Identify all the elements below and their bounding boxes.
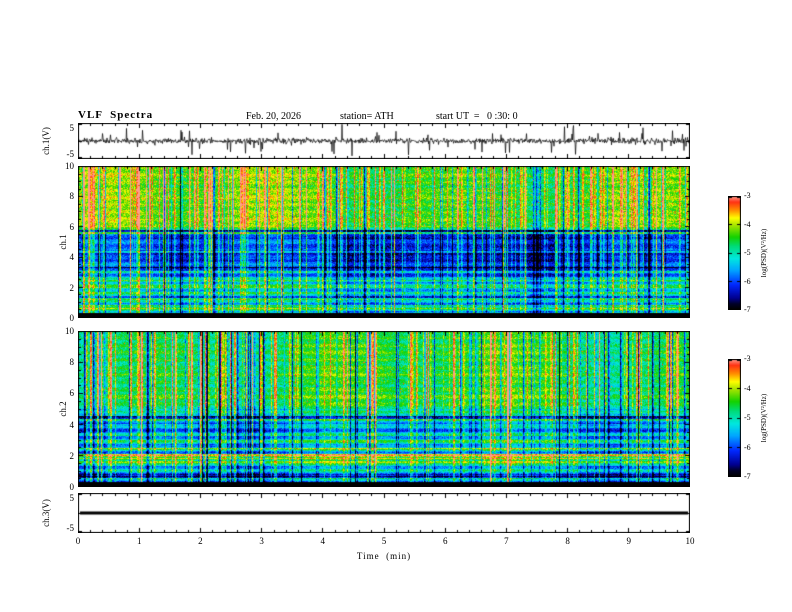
station-label: station= ATH bbox=[340, 111, 394, 122]
ch1-spectrogram-canvas bbox=[78, 166, 690, 318]
ch2-spectrogram-canvas bbox=[78, 331, 690, 487]
y-tick-label: 10 bbox=[65, 326, 74, 336]
ch2-colorbar-canvas bbox=[728, 359, 741, 477]
ch3-voltage-axis-label: ch.3(V) bbox=[41, 499, 51, 527]
x-tick-label: 3 bbox=[259, 536, 264, 546]
colorbar-tick-label: -4 bbox=[744, 219, 751, 229]
ch1-colorbar bbox=[728, 196, 741, 315]
colorbar-tick-label: -6 bbox=[744, 442, 751, 452]
x-tick-label: 0 bbox=[75, 536, 81, 546]
vlf-spectra-plot: VLF Spectra Feb. 20, 2026 station= ATH s… bbox=[0, 0, 792, 612]
x-tick-label: 5 bbox=[381, 536, 387, 546]
ch3-waveform-panel bbox=[78, 493, 690, 533]
y-tick-label: 6 bbox=[69, 221, 75, 232]
plot-title: VLF Spectra bbox=[78, 109, 154, 121]
y-tick-label: -5 bbox=[66, 149, 75, 159]
colorbar-tick-label: -7 bbox=[744, 472, 751, 481]
ch2-colorbar bbox=[728, 359, 741, 482]
ch1-colorbar-canvas bbox=[728, 196, 741, 310]
x-tick-label: 8 bbox=[565, 536, 570, 546]
y-tick-label: 5 bbox=[69, 493, 75, 503]
y-tick-label: 10 bbox=[65, 161, 74, 171]
plot-date: Feb. 20, 2026 bbox=[246, 111, 301, 122]
y-tick-label: 5 bbox=[69, 123, 75, 133]
ch1-waveform-canvas bbox=[78, 123, 690, 159]
y-tick-label: 0 bbox=[69, 482, 75, 492]
colorbar-tick-label: -3 bbox=[744, 191, 751, 200]
y-tick-label: 4 bbox=[69, 252, 75, 263]
colorbar-tick-label: -7 bbox=[744, 305, 751, 314]
colorbar-tick-label: -4 bbox=[744, 383, 751, 393]
ch1-frequency-axis-label: ch.1 Frequency (kHz) bbox=[36, 157, 101, 327]
ch1-spectrogram-panel bbox=[78, 166, 690, 318]
x-tick-label: 9 bbox=[626, 536, 632, 546]
x-tick-label: 10 bbox=[685, 536, 695, 546]
colorbar-tick-label: -5 bbox=[744, 248, 751, 257]
ch2-frequency-axis-label: ch.2 Frequency (kHz) bbox=[36, 324, 101, 494]
x-tick-label: 7 bbox=[504, 536, 509, 546]
y-tick-label: 6 bbox=[69, 388, 75, 399]
ch2-axis-channel-label: ch.2 bbox=[58, 401, 68, 417]
start-ut-label: start UT = 0 :30: 0 bbox=[436, 111, 518, 122]
y-tick-label: 4 bbox=[69, 419, 75, 430]
x-axis-title: Time (min) bbox=[356, 551, 412, 561]
x-tick-label: 2 bbox=[198, 536, 203, 546]
colorbar-tick-label: -6 bbox=[744, 276, 751, 286]
x-tick-label: 4 bbox=[320, 536, 326, 546]
y-tick-label: 8 bbox=[69, 191, 75, 202]
ch1-axis-channel-label: ch.1 bbox=[58, 234, 68, 250]
ch3-waveform-canvas bbox=[78, 493, 690, 533]
y-tick-label: 8 bbox=[69, 357, 75, 368]
y-tick-label: -5 bbox=[66, 523, 75, 533]
y-tick-label: 2 bbox=[69, 282, 75, 293]
x-tick-label: 6 bbox=[442, 536, 448, 546]
colorbar-tick-label: -5 bbox=[744, 413, 751, 422]
y-tick-label: 0 bbox=[69, 313, 75, 323]
ch1-waveform-panel bbox=[78, 123, 690, 159]
colorbar-tick-label: -3 bbox=[744, 354, 751, 363]
ch2-spectrogram-panel bbox=[78, 331, 690, 487]
x-tick-label: 1 bbox=[136, 536, 142, 546]
y-tick-label: 2 bbox=[69, 450, 75, 461]
